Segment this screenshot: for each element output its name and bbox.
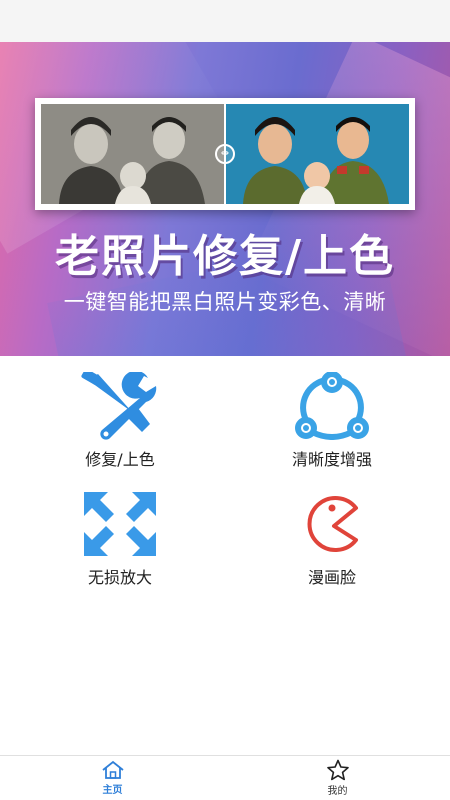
restored-photo-half — [225, 104, 409, 204]
banner-title: 老照片修复/上色 — [54, 231, 396, 282]
feature-lossless-upscale[interactable]: 无损放大 — [20, 490, 220, 600]
bottom-tab-bar: 主页 我的 — [0, 755, 450, 800]
banner-subtitle: 一键智能把黑白照片变彩色、清晰 — [63, 290, 387, 314]
home-icon — [101, 760, 124, 779]
pacman-face-icon — [307, 496, 358, 552]
tab-mine[interactable]: 我的 — [225, 756, 450, 800]
expand-arrows-icon — [84, 492, 156, 556]
promo-banner[interactable]: ⇔ 老照片修复/上色 一键智能把黑白照片变彩色、清晰 — [0, 42, 450, 356]
repair-tools-icon — [81, 372, 157, 440]
share-nodes-icon — [295, 372, 369, 440]
feature-grid: 修复/上色 清晰度增强 无损放大 漫画脸 — [0, 356, 450, 596]
feature-cartoon-face[interactable]: 漫画脸 — [232, 490, 432, 600]
old-photo-half — [41, 104, 225, 204]
star-icon — [326, 759, 349, 781]
tab-home-label: 主页 — [102, 785, 123, 796]
feature-cartoon-face-label: 漫画脸 — [307, 568, 356, 587]
feature-clarity-enhance-label: 清晰度增强 — [291, 450, 372, 469]
feature-repair-colorize[interactable]: 修复/上色 — [20, 372, 220, 482]
restored-photo-image — [225, 104, 409, 204]
old-photo-image — [41, 104, 225, 204]
tab-mine-label: 我的 — [327, 786, 348, 797]
before-after-photo[interactable]: ⇔ — [35, 98, 415, 210]
compare-slider-handle[interactable]: ⇔ — [215, 144, 235, 164]
feature-repair-colorize-label: 修复/上色 — [85, 450, 155, 469]
tab-home[interactable]: 主页 — [0, 756, 225, 800]
status-bar — [0, 0, 450, 42]
feature-clarity-enhance[interactable]: 清晰度增强 — [232, 372, 432, 482]
feature-lossless-upscale-label: 无损放大 — [87, 568, 152, 587]
